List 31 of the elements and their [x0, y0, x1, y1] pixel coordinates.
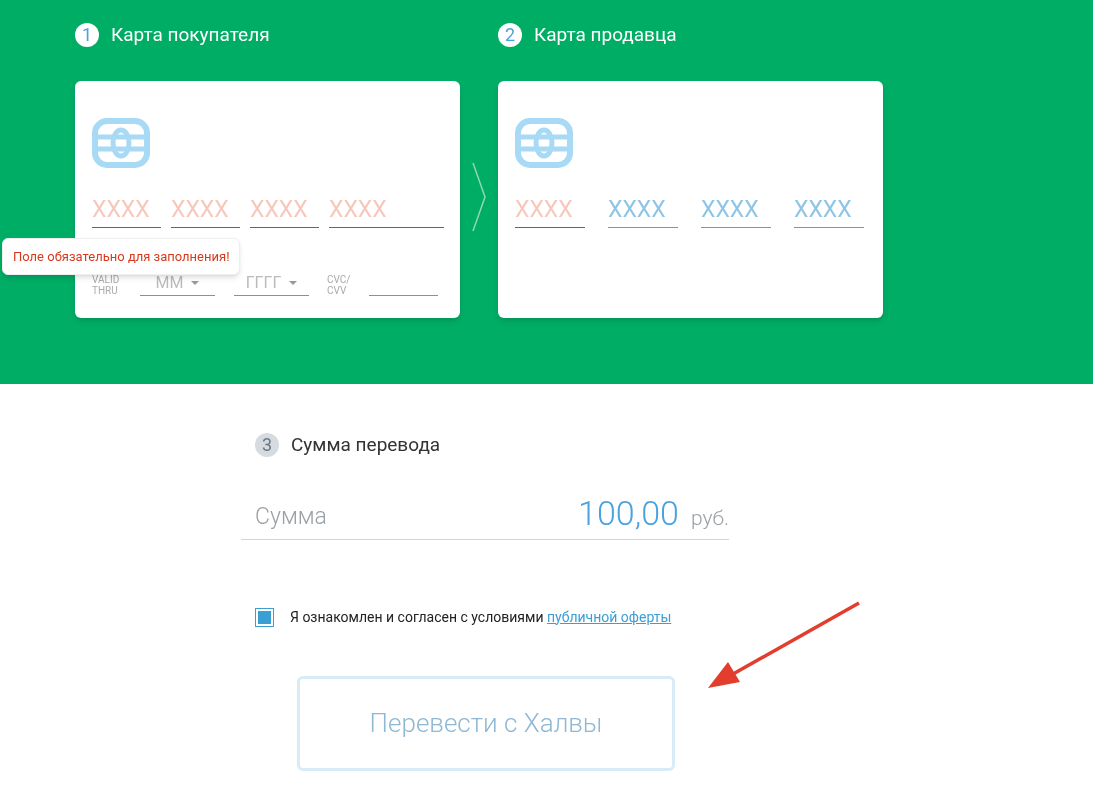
caret-icon — [191, 281, 200, 285]
card-number-field[interactable]: XXXX — [92, 193, 161, 228]
step-number: 3 — [255, 433, 279, 458]
amount-value: 100,00 — [578, 496, 679, 530]
card-number-field[interactable]: XXXX — [608, 193, 678, 228]
month-select[interactable]: ММ — [140, 271, 215, 296]
step-number: 2 — [498, 23, 522, 48]
step-number: 1 — [75, 23, 99, 48]
card-number-field[interactable]: XXXX — [250, 193, 319, 228]
step-title: Сумма перевода — [291, 432, 441, 458]
amount-field[interactable]: Сумма 100,00 руб. — [241, 491, 729, 540]
card-chip-icon — [92, 117, 150, 168]
agreement-text: Я ознакомлен и согласен с условиями публичной оферты — [290, 607, 672, 627]
step-title: Карта покупателя — [111, 22, 270, 48]
card-number-field[interactable]: XXXX — [515, 193, 585, 228]
card-number-field[interactable]: XXXX — [329, 193, 444, 228]
offer-link[interactable]: публичной оферты — [546, 608, 672, 625]
error-tooltip: Поле обязательно для заполнения! — [2, 237, 241, 275]
card-number-field[interactable]: XXXX — [794, 193, 864, 228]
card-number-field[interactable]: XXXX — [171, 193, 240, 228]
chevron-right-icon — [471, 161, 487, 233]
agreement-checkbox[interactable] — [255, 607, 274, 627]
cvc-label: CVC/ CVV — [327, 273, 352, 296]
expiry-label: VALID THRU — [92, 273, 121, 296]
currency-label: руб. — [690, 505, 729, 532]
year-select[interactable]: ГГГГ — [234, 271, 309, 296]
card-chip-icon — [515, 117, 573, 168]
amount-label: Сумма — [255, 502, 327, 532]
card-number-field[interactable]: XXXX — [701, 193, 771, 228]
step-title: Карта продавца — [534, 22, 677, 48]
caret-icon — [289, 281, 298, 285]
